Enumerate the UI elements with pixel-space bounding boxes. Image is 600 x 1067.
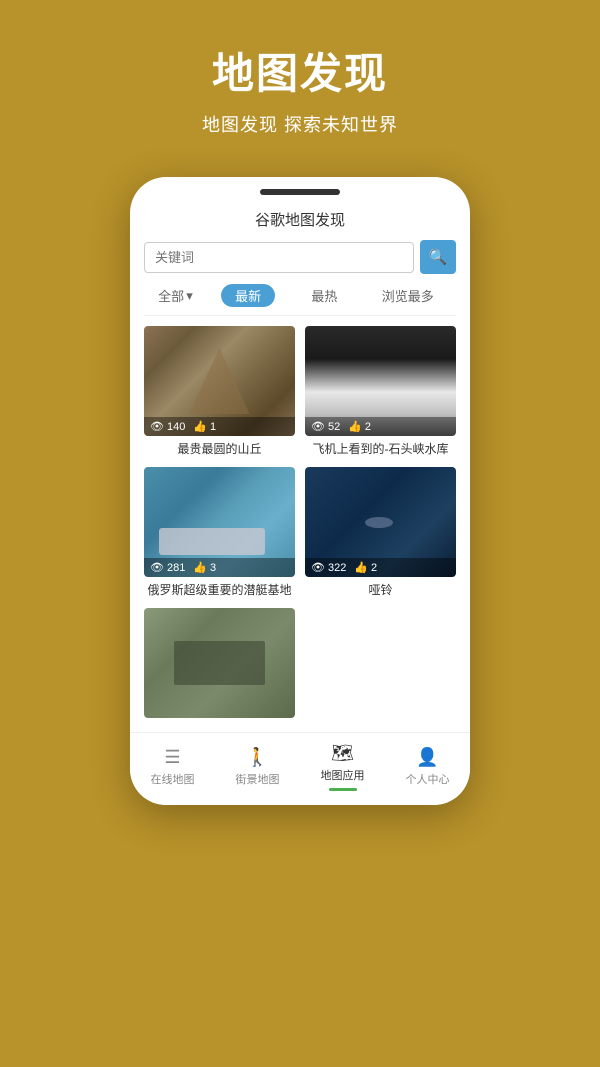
card-2-stats: 👁 52 👍 2 xyxy=(305,417,456,436)
card-3[interactable]: 👁 281 👍 3 俄罗斯超级重要的潜艇基地 xyxy=(144,467,295,598)
card-5-image xyxy=(144,608,295,718)
tab-all[interactable]: 全部 ▾ xyxy=(158,286,193,305)
card-3-image: 👁 281 👍 3 xyxy=(144,467,295,577)
card-4-stats: 👁 322 👍 2 xyxy=(305,558,456,577)
eye-icon: 👁 xyxy=(311,561,325,574)
nav-item-street-view[interactable]: 🚶 街景地图 xyxy=(236,747,280,787)
tab-hottest[interactable]: 最热 xyxy=(303,284,345,307)
nav-item-profile[interactable]: 👤 个人中心 xyxy=(406,747,450,787)
tab-all-label: 全部 xyxy=(158,286,184,305)
filter-tabs: 全部 ▾ 最新 最热 浏览最多 xyxy=(144,284,456,316)
nav-map-app-label: 地图应用 xyxy=(321,767,365,783)
card-2-label: 飞机上看到的-石头峡水库 xyxy=(305,440,456,457)
nav-online-map-label: 在线地图 xyxy=(151,771,195,787)
search-icon: 🔍 xyxy=(429,248,448,266)
phone-inner: 谷歌地图发现 🔍 全部 ▾ 最新 最热 浏览最多 xyxy=(130,209,470,722)
card-1-stats: 👁 140 👍 1 xyxy=(144,417,295,436)
card-4-likes: 👍 2 xyxy=(354,561,377,574)
nav-profile-label: 个人中心 xyxy=(406,771,450,787)
app-title: 谷歌地图发现 xyxy=(144,209,456,230)
page-title: 地图发现 xyxy=(212,40,388,101)
card-2-likes: 👍 2 xyxy=(348,420,371,433)
card-1-likes: 👍 1 xyxy=(193,420,216,433)
search-input[interactable] xyxy=(144,242,414,273)
like-icon: 👍 xyxy=(348,420,362,433)
tab-most-viewed[interactable]: 浏览最多 xyxy=(374,284,442,307)
bottom-nav: ☰ 在线地图 🚶 街景地图 🗺 地图应用 👤 个人中心 xyxy=(130,732,470,805)
tab-newest[interactable]: 最新 xyxy=(221,284,275,307)
nav-street-view-label: 街景地图 xyxy=(236,771,280,787)
person-icon: 👤 xyxy=(416,747,438,768)
card-1-image: 👁 140 👍 1 xyxy=(144,326,295,436)
card-4-views: 👁 322 xyxy=(311,561,346,574)
card-2[interactable]: 👁 52 👍 2 飞机上看到的-石头峡水库 xyxy=(305,326,456,457)
eye-icon: 👁 xyxy=(150,561,164,574)
nav-item-online-map[interactable]: ☰ 在线地图 xyxy=(151,747,195,787)
card-5[interactable] xyxy=(144,608,295,722)
card-3-likes: 👍 3 xyxy=(193,561,216,574)
card-4[interactable]: 👁 322 👍 2 哑铃 xyxy=(305,467,456,598)
like-icon: 👍 xyxy=(354,561,368,574)
card-3-stats: 👁 281 👍 3 xyxy=(144,558,295,577)
eye-icon: 👁 xyxy=(311,420,325,433)
phone-notch xyxy=(260,189,340,195)
eye-icon: 👁 xyxy=(150,420,164,433)
card-1-label: 最贵最圆的山丘 xyxy=(144,440,295,457)
search-bar: 🔍 xyxy=(144,240,456,274)
phone-container: 谷歌地图发现 🔍 全部 ▾ 最新 最热 浏览最多 xyxy=(130,177,470,805)
page-subtitle: 地图发现 探索未知世界 xyxy=(202,111,398,137)
card-2-views: 👁 52 xyxy=(311,420,340,433)
card-1[interactable]: 👁 140 👍 1 最贵最圆的山丘 xyxy=(144,326,295,457)
content-grid: 👁 140 👍 1 最贵最圆的山丘 xyxy=(144,326,456,722)
like-icon: 👍 xyxy=(193,420,207,433)
menu-icon: ☰ xyxy=(164,747,180,768)
like-icon: 👍 xyxy=(193,561,207,574)
chevron-down-icon: ▾ xyxy=(186,288,193,304)
card-4-label: 哑铃 xyxy=(305,581,456,598)
card-3-label: 俄罗斯超级重要的潜艇基地 xyxy=(144,581,295,598)
walk-icon: 🚶 xyxy=(246,747,268,768)
card-4-image: 👁 322 👍 2 xyxy=(305,467,456,577)
search-button[interactable]: 🔍 xyxy=(420,240,456,274)
map-icon: 🗺 xyxy=(331,743,354,764)
nav-active-indicator xyxy=(329,788,357,791)
nav-item-map-app[interactable]: 🗺 地图应用 xyxy=(321,743,365,791)
header-section: 地图发现 地图发现 探索未知世界 xyxy=(0,0,600,157)
card-1-views: 👁 140 xyxy=(150,420,185,433)
card-2-image: 👁 52 👍 2 xyxy=(305,326,456,436)
card-3-views: 👁 281 xyxy=(150,561,185,574)
